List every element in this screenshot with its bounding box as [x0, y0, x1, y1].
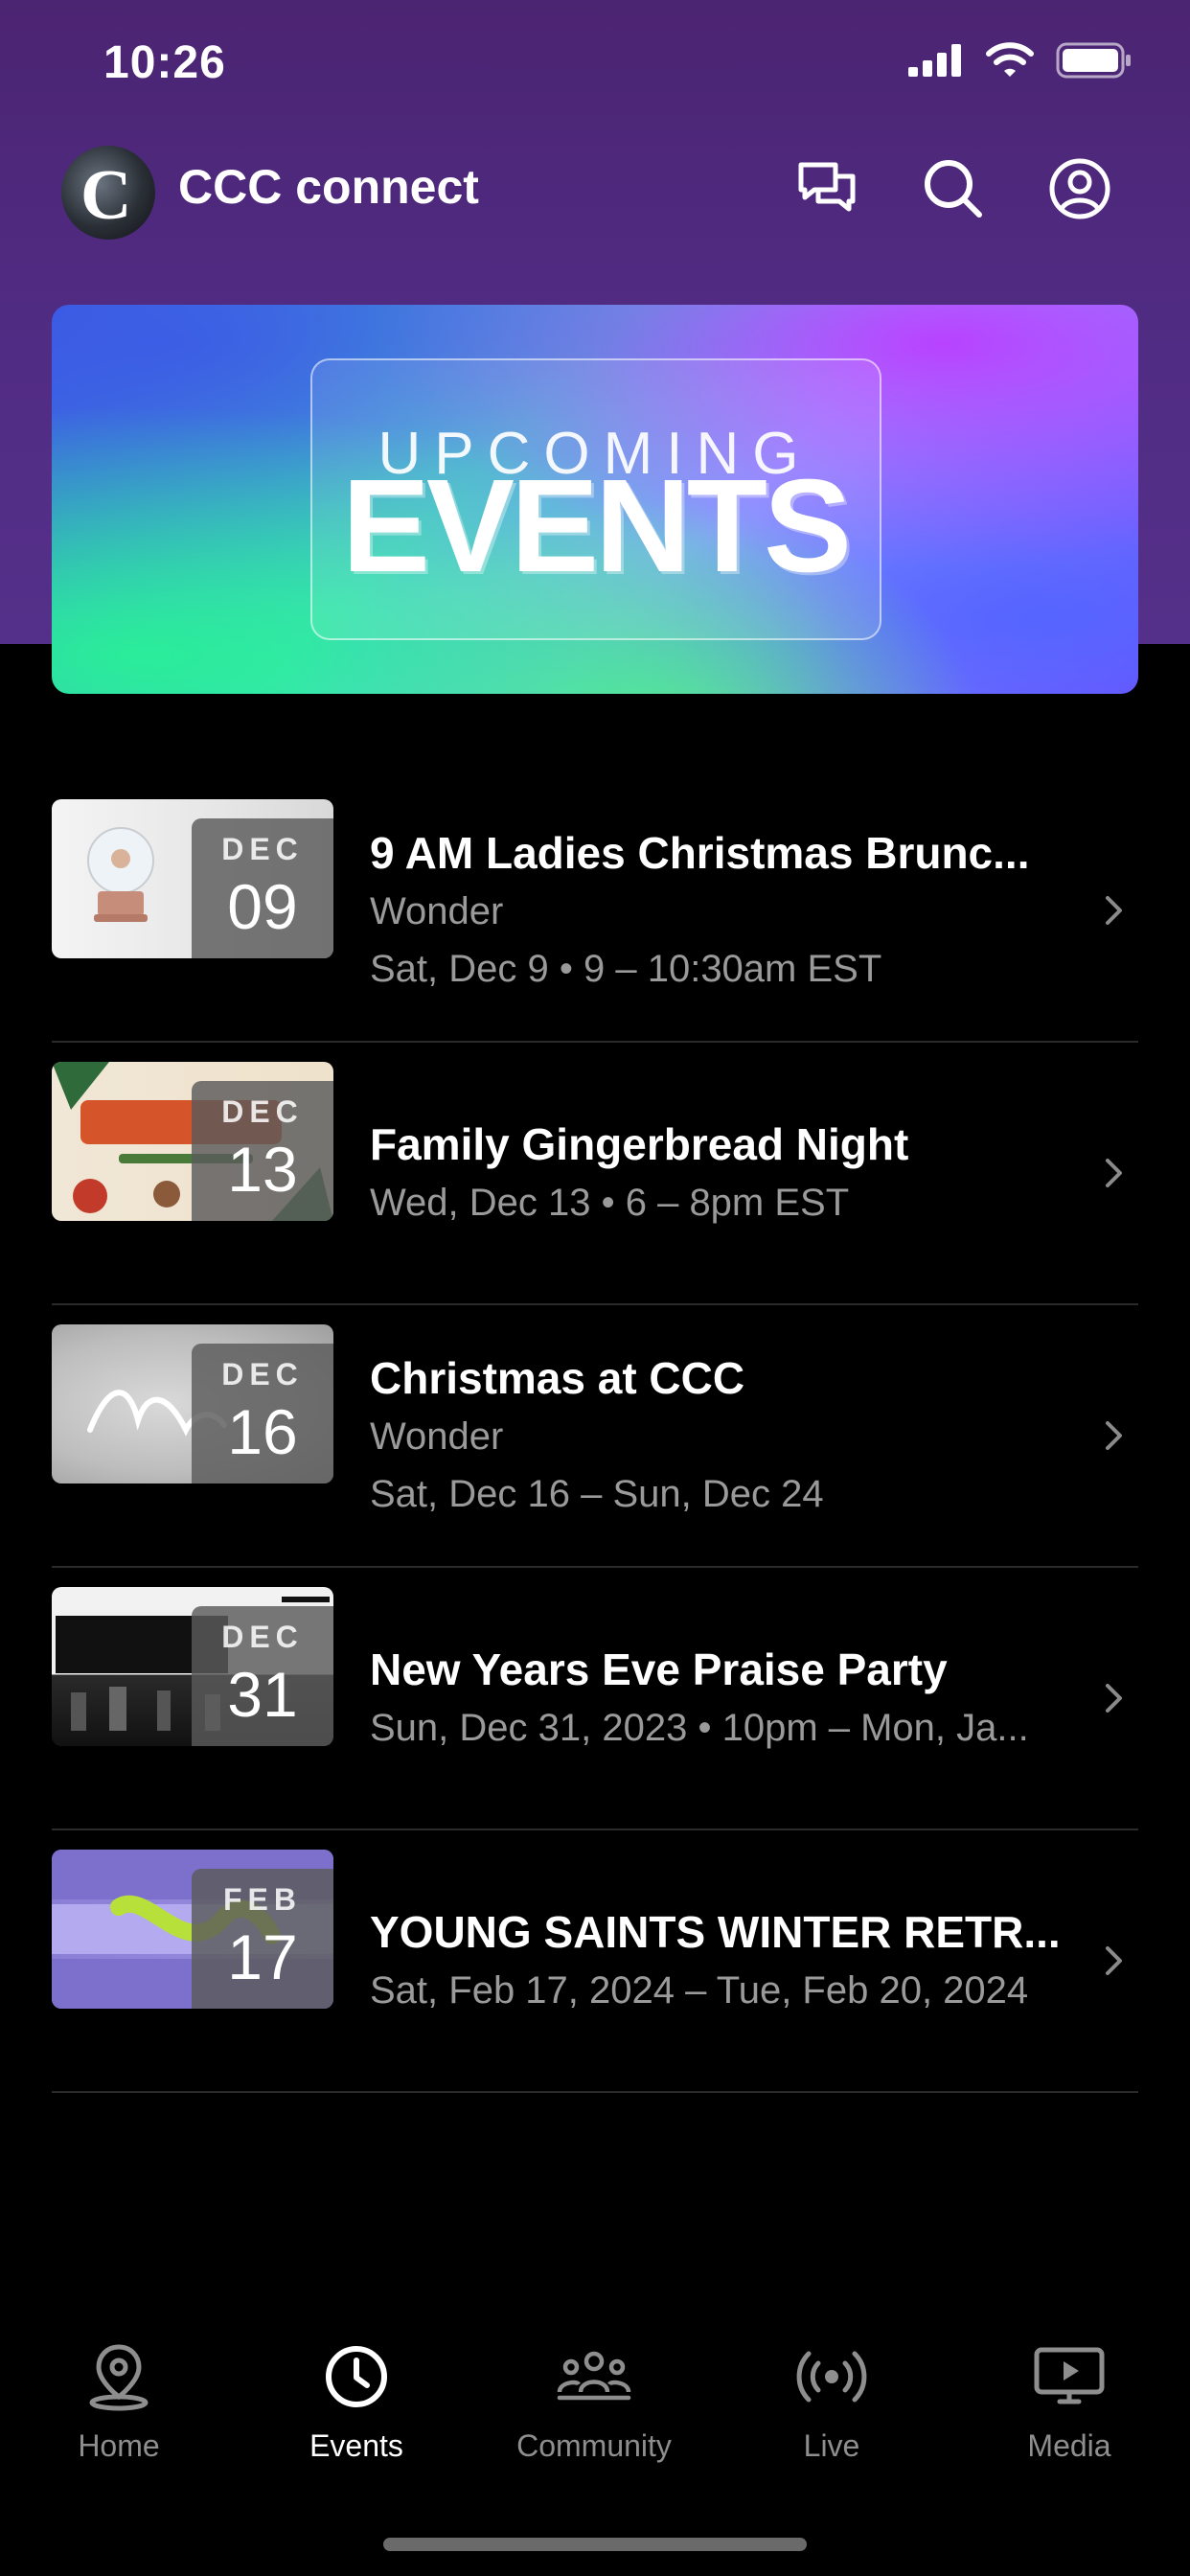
- tab-live[interactable]: Live: [713, 2338, 950, 2464]
- status-icons: [908, 42, 1133, 79]
- tab-events[interactable]: Events: [238, 2338, 475, 2464]
- event-title: Family Gingerbread Night: [370, 1119, 909, 1169]
- tab-label: Live: [803, 2428, 860, 2463]
- tab-home[interactable]: Home: [0, 2338, 238, 2464]
- app-header: C CCC connect: [0, 134, 1190, 249]
- event-title: Christmas at CCC: [370, 1353, 745, 1403]
- status-time: 10:26: [103, 37, 226, 88]
- event-title: 9 AM Ladies Christmas Brunc...: [370, 828, 1030, 878]
- date-badge-day: 09: [227, 871, 298, 942]
- tab-bar: Home Events Community Live Media: [0, 2338, 1190, 2492]
- event-datetime: Sat, Dec 16 – Sun, Dec 24: [370, 1473, 824, 1515]
- date-badge: DEC 13: [192, 1081, 333, 1221]
- date-badge-month: DEC: [221, 1620, 304, 1654]
- event-text: Christmas at CCC Wonder Sat, Dec 16 – Su…: [370, 1305, 1079, 1566]
- search-button[interactable]: [920, 155, 987, 222]
- chevron-right-icon: [1104, 780, 1125, 1041]
- date-badge-month: FEB: [223, 1882, 302, 1917]
- battery-icon: [1056, 42, 1131, 79]
- event-thumbnail: DEC 16: [52, 1324, 333, 1484]
- event-thumbnail: DEC 09: [52, 799, 333, 958]
- broadcast-icon: [713, 2338, 950, 2415]
- event-subtitle: Wonder: [370, 1415, 504, 1458]
- event-title: YOUNG SAINTS WINTER RETR...: [370, 1907, 1061, 1957]
- home-indicator[interactable]: [383, 2538, 807, 2551]
- chevron-right-icon: [1104, 1830, 1125, 2091]
- event-row[interactable]: DEC 13 Family Gingerbread Night Wed, Dec…: [52, 1043, 1138, 1305]
- chat-bubbles-icon: [798, 162, 856, 212]
- date-badge-month: DEC: [221, 1357, 304, 1392]
- date-badge: DEC 31: [192, 1606, 333, 1746]
- event-row[interactable]: FEB 17 YOUNG SAINTS WINTER RETR... Sat, …: [52, 1830, 1138, 2093]
- tab-label: Community: [516, 2428, 672, 2463]
- tab-community[interactable]: Community: [475, 2338, 713, 2464]
- event-datetime: Sun, Dec 31, 2023 • 10pm – Mon, Ja...: [370, 1707, 1029, 1749]
- profile-button[interactable]: [1046, 155, 1113, 222]
- date-badge-day: 16: [227, 1396, 298, 1467]
- event-thumbnail: FEB 17: [52, 1850, 333, 2009]
- app-title: CCC connect: [178, 160, 479, 214]
- monitor-play-icon: [950, 2338, 1188, 2415]
- upcoming-events-banner[interactable]: UPCOMING EVENTS: [52, 305, 1138, 694]
- chevron-right-icon: [1104, 1305, 1125, 1566]
- event-row[interactable]: DEC 09 9 AM Ladies Christmas Brunc... Wo…: [52, 780, 1138, 1043]
- status-bar: 10:26: [0, 0, 1190, 134]
- user-circle-icon: [1049, 158, 1110, 219]
- avatar-letter: C: [80, 156, 132, 235]
- map-pin-icon: [0, 2338, 238, 2415]
- event-row[interactable]: DEC 31 New Years Eve Praise Party Sun, D…: [52, 1568, 1138, 1830]
- event-text: 9 AM Ladies Christmas Brunc... Wonder Sa…: [370, 780, 1079, 1041]
- date-badge-month: DEC: [221, 1094, 304, 1129]
- date-badge: FEB 17: [192, 1869, 333, 2009]
- event-title: New Years Eve Praise Party: [370, 1644, 948, 1694]
- chevron-right-icon: [1104, 1043, 1125, 1303]
- event-thumbnail: DEC 13: [52, 1062, 333, 1221]
- date-badge-day: 13: [227, 1134, 298, 1205]
- event-datetime: Sat, Feb 17, 2024 – Tue, Feb 20, 2024: [370, 1969, 1029, 2012]
- cellular-signal-icon: [908, 44, 961, 77]
- event-datetime: Sat, Dec 9 • 9 – 10:30am EST: [370, 948, 882, 990]
- event-text: YOUNG SAINTS WINTER RETR... Sat, Feb 17,…: [370, 1830, 1079, 2091]
- clock-icon: [238, 2338, 475, 2415]
- chevron-right-icon: [1104, 1568, 1125, 1828]
- group-icon: [475, 2338, 713, 2415]
- church-avatar[interactable]: C: [61, 146, 155, 240]
- wifi-icon: [986, 42, 1034, 77]
- event-datetime: Wed, Dec 13 • 6 – 8pm EST: [370, 1182, 850, 1224]
- tab-label: Events: [309, 2428, 403, 2463]
- event-text: Family Gingerbread Night Wed, Dec 13 • 6…: [370, 1043, 1079, 1303]
- date-badge-month: DEC: [221, 832, 304, 866]
- banner-line-events: EVENTS: [341, 452, 852, 600]
- tab-label: Home: [78, 2428, 160, 2463]
- event-list: DEC 09 9 AM Ladies Christmas Brunc... Wo…: [52, 780, 1138, 2093]
- tab-label: Media: [1027, 2428, 1111, 2463]
- tab-media[interactable]: Media: [950, 2338, 1188, 2464]
- event-subtitle: Wonder: [370, 890, 504, 932]
- date-badge: DEC 16: [192, 1344, 333, 1484]
- event-row[interactable]: DEC 16 Christmas at CCC Wonder Sat, Dec …: [52, 1305, 1138, 1568]
- date-badge: DEC 09: [192, 818, 333, 958]
- date-badge-day: 17: [227, 1921, 298, 1992]
- date-badge-day: 31: [227, 1659, 298, 1730]
- search-icon: [925, 160, 982, 218]
- event-text: New Years Eve Praise Party Sun, Dec 31, …: [370, 1568, 1079, 1828]
- messages-button[interactable]: [793, 155, 860, 222]
- event-thumbnail: DEC 31: [52, 1587, 333, 1746]
